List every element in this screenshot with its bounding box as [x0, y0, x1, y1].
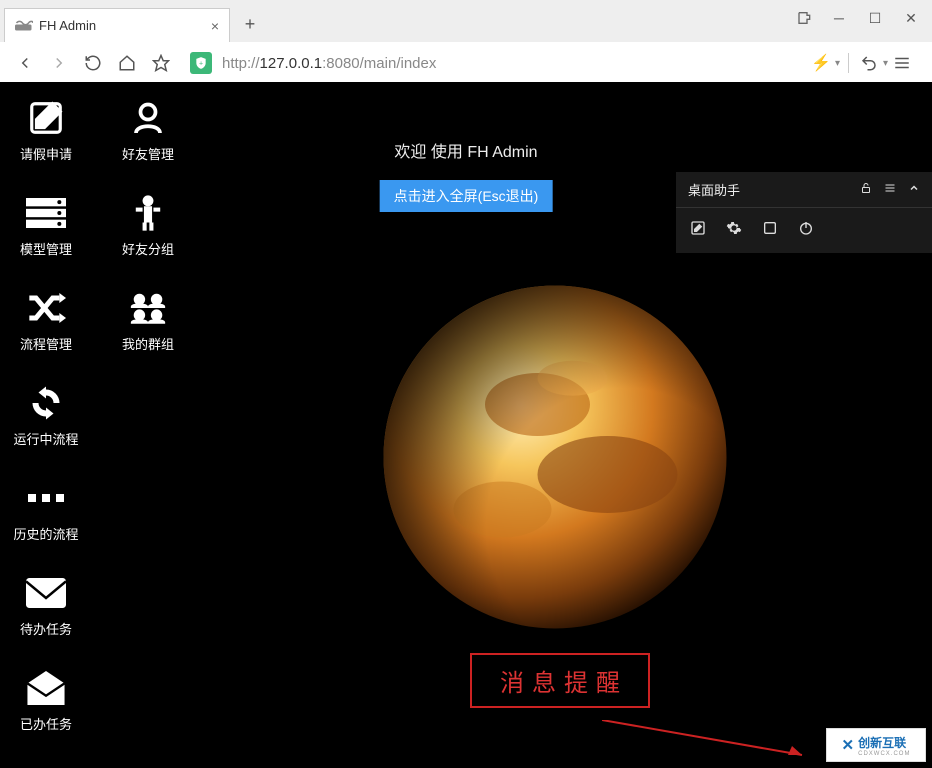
app-desktop: 请假申请 好友管理 模型管理 好友分组	[0, 82, 932, 768]
forward-button[interactable]	[44, 48, 74, 78]
user-icon	[128, 98, 168, 138]
back-button[interactable]	[10, 48, 40, 78]
browser-tab[interactable]: FH Admin ×	[4, 8, 230, 42]
menu-button[interactable]	[890, 48, 914, 78]
desktop-item-label: 我的群组	[122, 334, 174, 353]
assistant-edit-icon[interactable]	[690, 220, 706, 241]
assistant-panel: 桌面助手	[676, 172, 932, 253]
divider	[848, 53, 849, 73]
dots-icon	[26, 478, 66, 518]
assistant-power-icon[interactable]	[798, 220, 814, 241]
shuffle-icon	[26, 288, 66, 328]
planet-image	[380, 282, 730, 632]
window-controls: ─ ☐ ✕	[788, 6, 926, 30]
desktop-item-done-tasks[interactable]: 已办任务	[14, 668, 78, 733]
watermark-sub: CDXWCX.COM	[858, 751, 910, 757]
nav-bar: + http://127.0.0.1:8080/main/index ⚡ ▾ ▾	[0, 42, 932, 84]
undo-button[interactable]	[857, 48, 881, 78]
mail-icon	[26, 573, 66, 613]
caret-down-icon-2[interactable]: ▾	[883, 58, 888, 69]
assistant-window-icon[interactable]	[762, 220, 778, 241]
server-icon	[26, 193, 66, 233]
desktop-item-flow-manage[interactable]: 流程管理	[14, 288, 78, 353]
desktop-item-my-groups[interactable]: 我的群组	[116, 288, 180, 353]
desktop-item-running-flow[interactable]: 运行中流程	[14, 383, 78, 448]
watermark: ✕ 创新互联 CDXWCX.COM	[826, 728, 926, 762]
lock-icon[interactable]	[860, 182, 872, 197]
assistant-gear-icon[interactable]	[726, 220, 742, 241]
desktop-item-label: 历史的流程	[14, 524, 79, 543]
shield-icon: +	[190, 52, 212, 74]
lightning-icon[interactable]: ⚡	[811, 53, 831, 73]
refresh-button[interactable]	[78, 48, 108, 78]
assistant-body	[676, 208, 932, 253]
desktop-item-label: 待办任务	[20, 619, 72, 638]
close-window-button[interactable]: ✕	[896, 6, 926, 30]
assistant-title: 桌面助手	[688, 180, 740, 199]
browser-chrome: FH Admin × + ─ ☐ ✕ +	[0, 0, 932, 82]
arrow-annotation	[602, 720, 812, 760]
minimize-button[interactable]: ─	[824, 6, 854, 30]
url-bar[interactable]: + http://127.0.0.1:8080/main/index	[180, 52, 807, 74]
desktop-item-label: 流程管理	[20, 334, 72, 353]
edit-icon	[26, 98, 66, 138]
desktop-item-todo-tasks[interactable]: 待办任务	[14, 573, 78, 638]
tab-close-icon[interactable]: ×	[211, 18, 219, 34]
open-mail-icon	[26, 668, 66, 708]
chevron-up-icon[interactable]	[908, 182, 920, 197]
desktop-item-label: 模型管理	[20, 239, 72, 258]
home-button[interactable]	[112, 48, 142, 78]
sync-icon	[26, 383, 66, 423]
url-text: http://127.0.0.1:8080/main/index	[222, 55, 436, 72]
right-nav: ⚡ ▾ ▾	[811, 48, 922, 78]
maximize-button[interactable]: ☐	[860, 6, 890, 30]
assistant-header[interactable]: 桌面助手	[676, 172, 932, 208]
desktop-item-label: 已办任务	[20, 714, 72, 733]
desktop-item-model-manage[interactable]: 模型管理	[14, 193, 78, 258]
desktop-icons: 请假申请 好友管理 模型管理 好友分组	[14, 98, 180, 733]
ext-icon[interactable]	[788, 6, 818, 30]
desktop-item-friend-group[interactable]: 好友分组	[116, 193, 180, 258]
watermark-logo-icon: ✕	[842, 736, 855, 754]
message-alert: 消息提醒	[470, 653, 650, 708]
group-icon	[128, 288, 168, 328]
tab-title: FH Admin	[39, 18, 96, 33]
fullscreen-button[interactable]: 点击进入全屏(Esc退出)	[380, 180, 553, 212]
welcome-text: 欢迎 使用 FH Admin	[0, 138, 932, 162]
desktop-item-label: 好友分组	[122, 239, 174, 258]
new-tab-button[interactable]: +	[236, 10, 264, 38]
svg-text:+: +	[199, 60, 203, 67]
desktop-item-label: 运行中流程	[14, 429, 79, 448]
person-icon	[128, 193, 168, 233]
desktop-item-history-flow[interactable]: 历史的流程	[14, 478, 78, 543]
tab-favicon	[15, 19, 33, 33]
favorite-button[interactable]	[146, 48, 176, 78]
watermark-brand: 创新互联	[858, 734, 906, 751]
tab-bar: FH Admin × + ─ ☐ ✕	[0, 0, 932, 42]
menu-lines-icon[interactable]	[884, 182, 896, 197]
caret-down-icon[interactable]: ▾	[835, 58, 840, 69]
